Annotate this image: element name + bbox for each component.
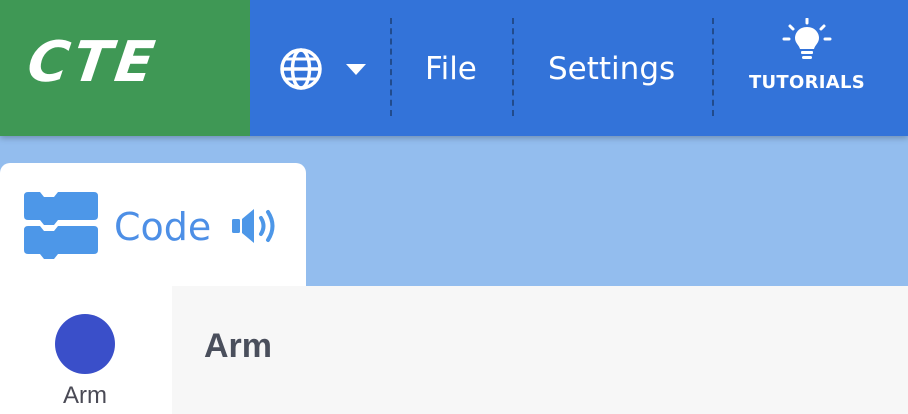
tab-code[interactable]: Code bbox=[0, 163, 306, 303]
sprite-info-bar: Arm bbox=[172, 286, 908, 414]
menu-bar: CTE File Settings TUTORIALS bbox=[0, 0, 908, 136]
tutorials-label: TUTORIALS bbox=[748, 72, 866, 93]
logo-text: CTE bbox=[23, 30, 163, 95]
language-menu-button[interactable] bbox=[278, 44, 373, 94]
sprite-info-title: Arm bbox=[204, 327, 273, 365]
chevron-down-icon bbox=[346, 64, 366, 75]
file-menu[interactable]: File bbox=[425, 46, 477, 92]
menu-divider bbox=[390, 18, 392, 116]
sprite-name: Arm bbox=[63, 382, 107, 409]
sprite-item[interactable]: Arm bbox=[0, 286, 172, 414]
speaker-icon bbox=[232, 209, 275, 243]
sprite-avatar bbox=[55, 314, 115, 374]
lightbulb-icon bbox=[782, 18, 832, 59]
tab-code-label: Code bbox=[114, 205, 212, 249]
menu-divider bbox=[512, 18, 514, 116]
logo[interactable]: CTE bbox=[0, 0, 250, 136]
settings-menu[interactable]: Settings bbox=[548, 46, 675, 92]
globe-icon bbox=[280, 48, 322, 90]
code-blocks-icon bbox=[24, 192, 98, 259]
tutorials-button[interactable]: TUTORIALS bbox=[742, 18, 872, 118]
menu-divider bbox=[712, 18, 714, 116]
